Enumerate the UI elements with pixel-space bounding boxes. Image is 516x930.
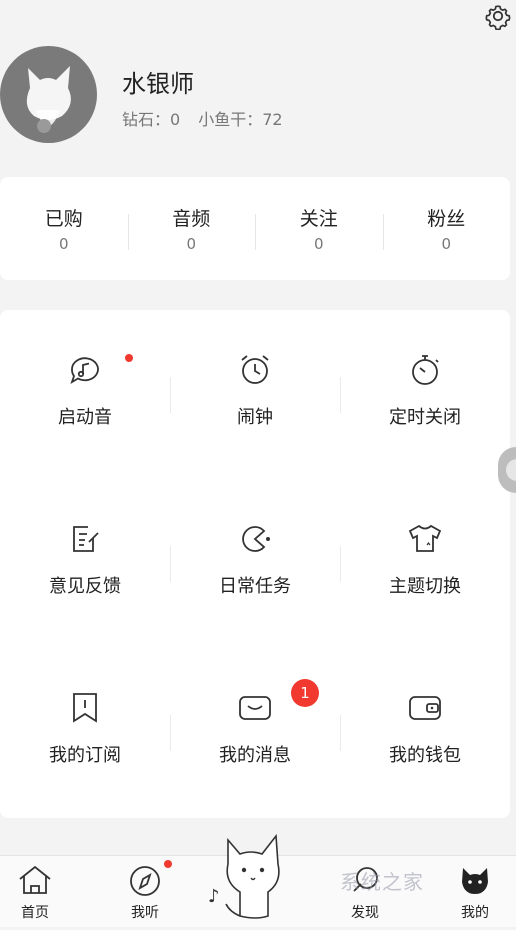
tool-label: 我的消息: [219, 745, 291, 767]
wallet-icon: [406, 689, 444, 727]
tool-label: 闹钟: [237, 406, 273, 428]
tool-label: 我的订阅: [49, 745, 121, 767]
feedback-edit-icon: [66, 520, 104, 558]
tool-label: 我的钱包: [389, 745, 461, 767]
tab-label: 首页: [21, 905, 49, 921]
diamond-count: 钻石：0: [122, 110, 181, 129]
stat-value: 0: [313, 235, 324, 253]
stat-purchased[interactable]: 已购 0: [0, 204, 128, 253]
cat-head-icon: [455, 862, 495, 898]
cat-avatar-icon: [26, 66, 71, 133]
tool-feedback[interactable]: 意见反馈: [0, 479, 170, 648]
new-dot: [125, 354, 133, 362]
stat-label: 粉丝: [427, 208, 466, 230]
tool-my-messages[interactable]: 我的消息 1: [170, 649, 340, 818]
username: 水银师: [122, 70, 194, 98]
avatar[interactable]: [0, 46, 97, 143]
tool-startup-sound[interactable]: 启动音: [0, 310, 170, 479]
alarm-clock-icon: [236, 351, 274, 389]
tool-label: 意见反馈: [49, 575, 121, 597]
tool-sleep-timer[interactable]: 定时关闭: [340, 310, 510, 479]
pacman-icon: [236, 520, 274, 558]
tool-label: 定时关闭: [389, 406, 461, 428]
tools-card: 启动音 闹钟 定时关闭 意见反馈 日常任务 主题切换 我的订阅 我的消息 1 我…: [0, 310, 510, 818]
compass-icon: [125, 862, 165, 898]
center-cat-button[interactable]: ♪: [206, 826, 296, 926]
tool-alarm[interactable]: 闹钟: [170, 310, 340, 479]
new-dot: [164, 860, 172, 868]
currency-line: 钻石：0 小鱼干：72: [122, 106, 283, 130]
profile-header: 水银师 钻石：0 小鱼干：72: [0, 42, 516, 152]
stat-value: 0: [58, 235, 69, 253]
tool-my-subscriptions[interactable]: 我的订阅: [0, 649, 170, 818]
stats-card: 已购 0 音频 0 关注 0 粉丝 0: [0, 177, 510, 280]
tool-my-wallet[interactable]: 我的钱包: [340, 649, 510, 818]
stat-value: 0: [186, 235, 197, 253]
stat-label: 音频: [172, 208, 211, 230]
stat-label: 关注: [299, 208, 338, 230]
settings-button[interactable]: [483, 2, 513, 30]
fish-count: 小鱼干：72: [198, 110, 283, 129]
stat-fans[interactable]: 粉丝 0: [382, 204, 511, 253]
cat-mascot-icon: ♪: [208, 833, 280, 919]
tab-mine[interactable]: 我的: [440, 856, 510, 927]
home-icon: [15, 862, 55, 898]
tool-label: 启动音: [58, 406, 112, 428]
chat-music-icon: [66, 351, 104, 389]
tab-label: 我听: [131, 905, 159, 921]
watermark: 系统之家: [340, 870, 424, 894]
tab-home[interactable]: 首页: [0, 856, 70, 927]
tab-my-listen[interactable]: 我听: [110, 856, 180, 927]
tool-label: 主题切换: [389, 575, 461, 597]
message-badge: 1: [291, 678, 319, 707]
stopwatch-icon: [406, 351, 444, 389]
stat-label: 已购: [44, 208, 83, 230]
tab-label: 我的: [461, 905, 489, 921]
tool-label: 日常任务: [219, 575, 291, 597]
gear-icon: [485, 5, 511, 30]
svg-text:♪: ♪: [208, 886, 220, 907]
stat-audio[interactable]: 音频 0: [127, 204, 256, 253]
message-icon: [236, 689, 274, 727]
tshirt-icon: [406, 520, 444, 558]
tab-label: 发现: [351, 905, 379, 921]
tool-theme-switch[interactable]: 主题切换: [340, 479, 510, 648]
bookmark-icon: [66, 689, 104, 727]
stat-value: 0: [441, 235, 452, 253]
tool-daily-tasks[interactable]: 日常任务: [170, 479, 340, 648]
stat-following[interactable]: 关注 0: [255, 204, 383, 253]
